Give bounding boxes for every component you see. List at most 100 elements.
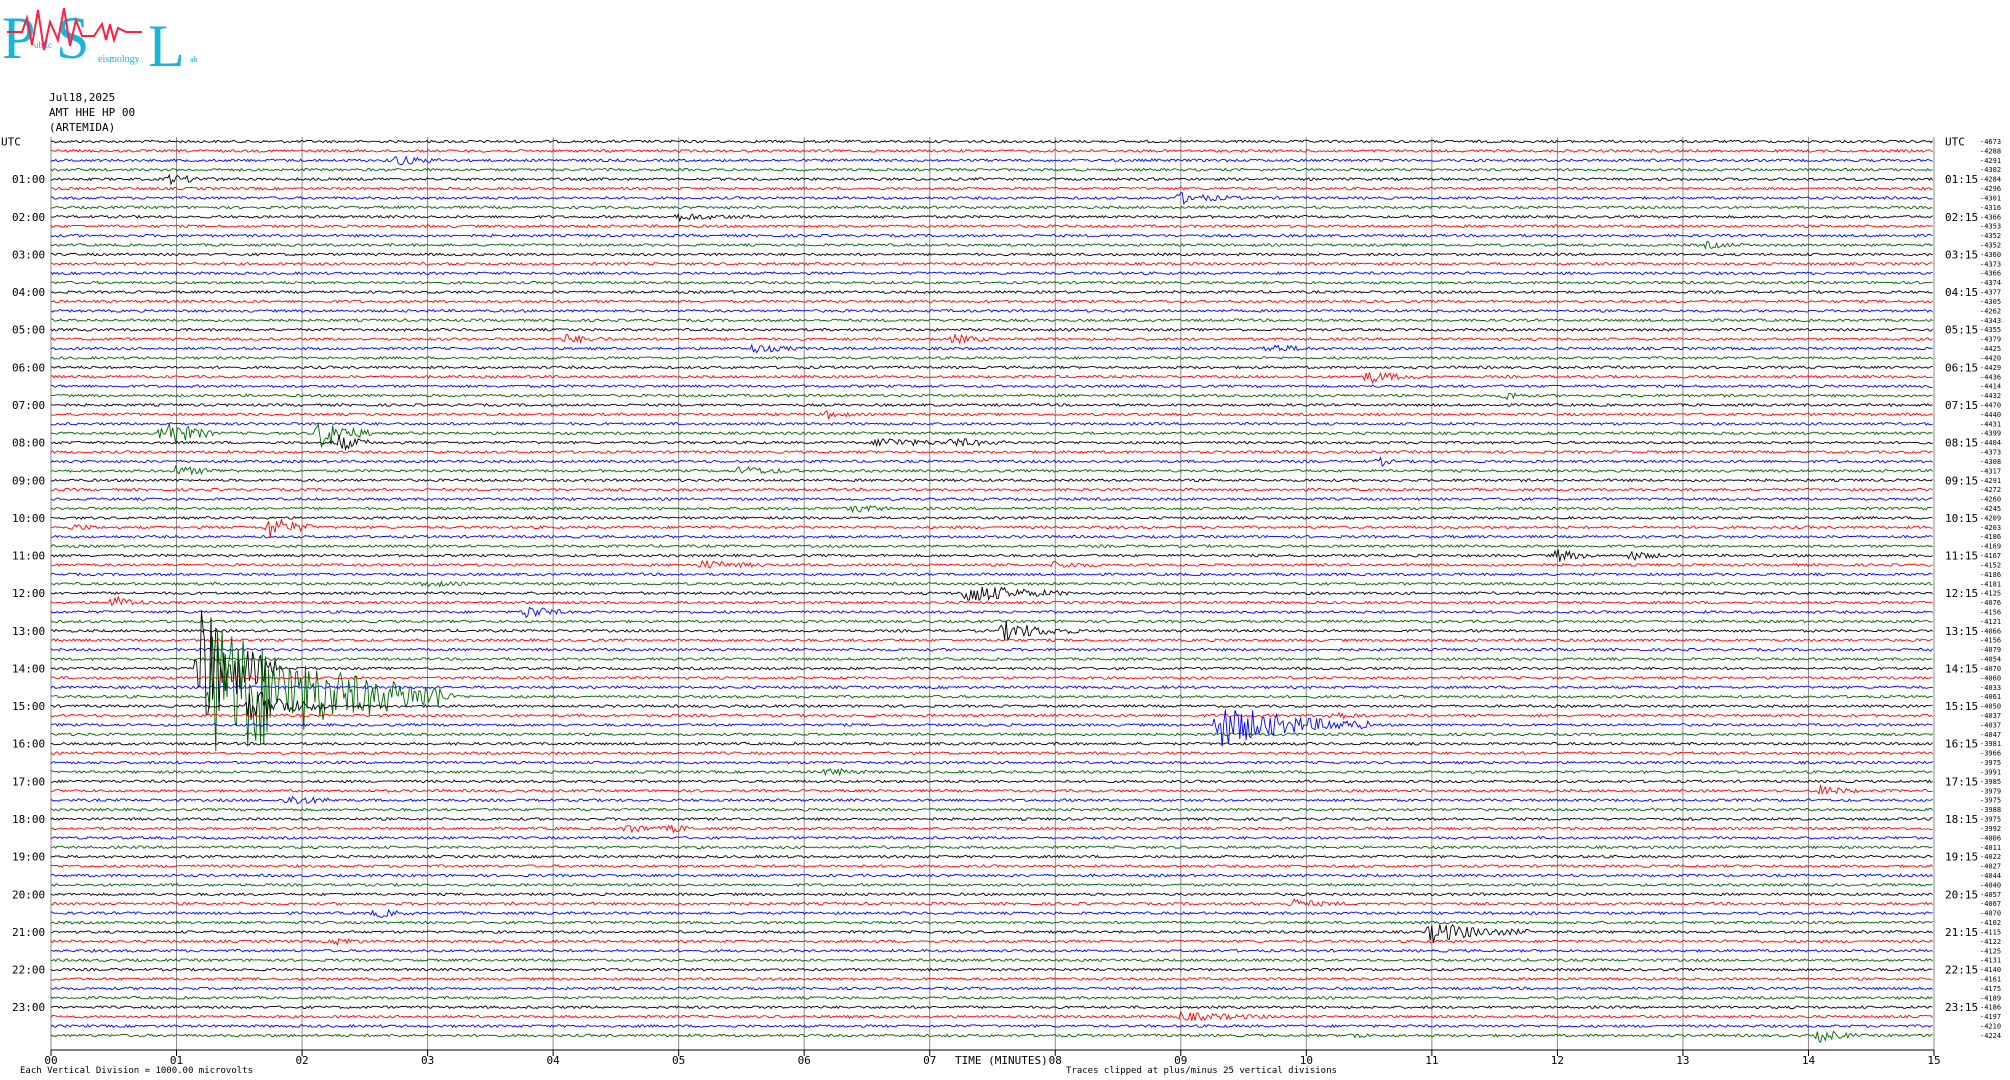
trace-35 (50, 464, 1933, 476)
trace-30 (50, 421, 1933, 426)
left-hour-label: 01:00 (12, 173, 45, 186)
trace-12 (50, 252, 1933, 257)
trace-44 (50, 549, 1933, 562)
right-hour-label: 15:15 (1945, 700, 1978, 713)
trace-offset-value: -4033 (1980, 684, 2001, 692)
trace-offset-value: -4284 (1980, 176, 2001, 184)
trace-offset-value: -4420 (1980, 354, 2001, 362)
trace-offset-value: -4260 (1980, 496, 2001, 504)
trace-6 (50, 191, 1933, 205)
trace-offset-value: -3975 (1980, 797, 2001, 805)
trace-offset-value: -4067 (1980, 900, 2001, 908)
trace-65 (50, 751, 1933, 756)
trace-76 (50, 854, 1933, 859)
trace-offset-value: -4291 (1980, 157, 2001, 165)
left-hour-label: 14:00 (12, 662, 45, 675)
trace-offset-value: -4436 (1980, 373, 2001, 381)
trace-offset-value: -4360 (1980, 251, 2001, 259)
right-hour-label: 02:15 (1945, 211, 1978, 224)
left-hour-label: 07:00 (12, 399, 45, 412)
left-hour-label: 11:00 (12, 550, 45, 563)
trace-offset-value: -4197 (1980, 1013, 2001, 1021)
trace-73 (50, 824, 1933, 834)
trace-offset-value: -4186 (1980, 571, 2001, 579)
trace-offset-value: -4291 (1980, 477, 2001, 485)
trace-offset-value: -4373 (1980, 449, 2001, 457)
x-tick-label: 06 (798, 1054, 811, 1067)
trace-75 (50, 845, 1933, 850)
trace-46 (50, 572, 1933, 577)
trace-offset-value: -4366 (1980, 213, 2001, 221)
trace-offset-value: -4006 (1980, 834, 2001, 842)
trace-5 (50, 186, 1933, 191)
right-hour-label: 22:15 (1945, 964, 1978, 977)
trace-53 (50, 638, 1933, 643)
trace-offset-value: -3981 (1980, 740, 2001, 748)
trace-47 (50, 580, 1933, 588)
trace-offset-value: -4302 (1980, 166, 2001, 174)
trace-84 (50, 924, 1933, 944)
right-hour-label: 04:15 (1945, 286, 1978, 299)
trace-offset-value: -4169 (1980, 543, 2001, 551)
trace-55 (50, 657, 1933, 662)
right-hour-label: 01:15 (1945, 173, 1978, 186)
trace-offset-value: -4673 (1980, 138, 2001, 146)
trace-20 (50, 327, 1933, 332)
trace-59 (50, 629, 1933, 752)
trace-offset-value: -4011 (1980, 844, 2001, 852)
trace-57 (50, 675, 1933, 680)
trace-offset-value: -4027 (1980, 863, 2001, 871)
trace-3 (50, 167, 1933, 172)
trace-15 (50, 280, 1933, 285)
trace-offset-value: -4102 (1980, 919, 2001, 927)
left-hour-label: 23:00 (12, 1001, 45, 1014)
left-hour-label: 19:00 (12, 851, 45, 864)
trace-offset-value: -4057 (1980, 891, 2001, 899)
trace-66 (50, 760, 1933, 765)
trace-41 (50, 517, 1933, 538)
trace-0 (50, 139, 1933, 144)
seismogram-chart: 00 01 02 03 04 05 06 07 08 09 10 11 12 13 14 15TIME (MI… (1, 136, 2001, 1068)
trace-offset-value: -4425 (1980, 345, 2001, 353)
left-hour-label: 09:00 (12, 474, 45, 487)
trace-offset-value: -4301 (1980, 194, 2001, 202)
trace-offset-value: -4115 (1980, 928, 2001, 936)
trace-89 (50, 976, 1933, 982)
trace-21 (50, 333, 1933, 345)
trace-offset-value: -4399 (1980, 430, 2001, 438)
trace-offset-value: -4343 (1980, 317, 2001, 325)
left-hour-label: 12:00 (12, 587, 45, 600)
left-hour-label: 04:00 (12, 286, 45, 299)
right-hour-label: 05:15 (1945, 324, 1978, 337)
trace-61 (50, 711, 1933, 720)
trace-offset-value: -4152 (1980, 561, 2001, 569)
trace-offset-value: -4167 (1980, 552, 2001, 560)
trace-49 (50, 595, 1933, 607)
trace-16 (50, 289, 1933, 295)
trace-offset-value: -4432 (1980, 392, 2001, 400)
trace-offset-value: -4431 (1980, 420, 2001, 428)
left-hour-label: 10:00 (12, 512, 45, 525)
trace-offset-value: -4317 (1980, 467, 2001, 475)
trace-69 (50, 784, 1933, 796)
trace-offset-value: -4156 (1980, 637, 2001, 645)
trace-58 (50, 685, 1933, 690)
trace-offset-value: -4037 (1980, 721, 2001, 729)
trace-9 (50, 224, 1933, 229)
trace-2 (50, 155, 1933, 166)
trace-1 (50, 148, 1933, 154)
trace-87 (50, 958, 1933, 963)
trace-offset-value: -4161 (1980, 975, 2001, 983)
trace-offset-value: -4224 (1980, 1032, 2001, 1040)
trace-29 (50, 410, 1933, 420)
trace-39 (50, 504, 1933, 514)
trace-offset-value: -4353 (1980, 223, 2001, 231)
trace-offset-value: -3985 (1980, 778, 2001, 786)
left-hour-label: 18:00 (12, 813, 45, 826)
left-hour-label: 03:00 (12, 248, 45, 261)
trace-offset-value: -4377 (1980, 289, 2001, 297)
trace-34 (50, 456, 1933, 468)
trace-offset-value: -4044 (1980, 872, 2001, 880)
trace-offset-value: -4040 (1980, 881, 2001, 889)
trace-90 (50, 986, 1933, 991)
